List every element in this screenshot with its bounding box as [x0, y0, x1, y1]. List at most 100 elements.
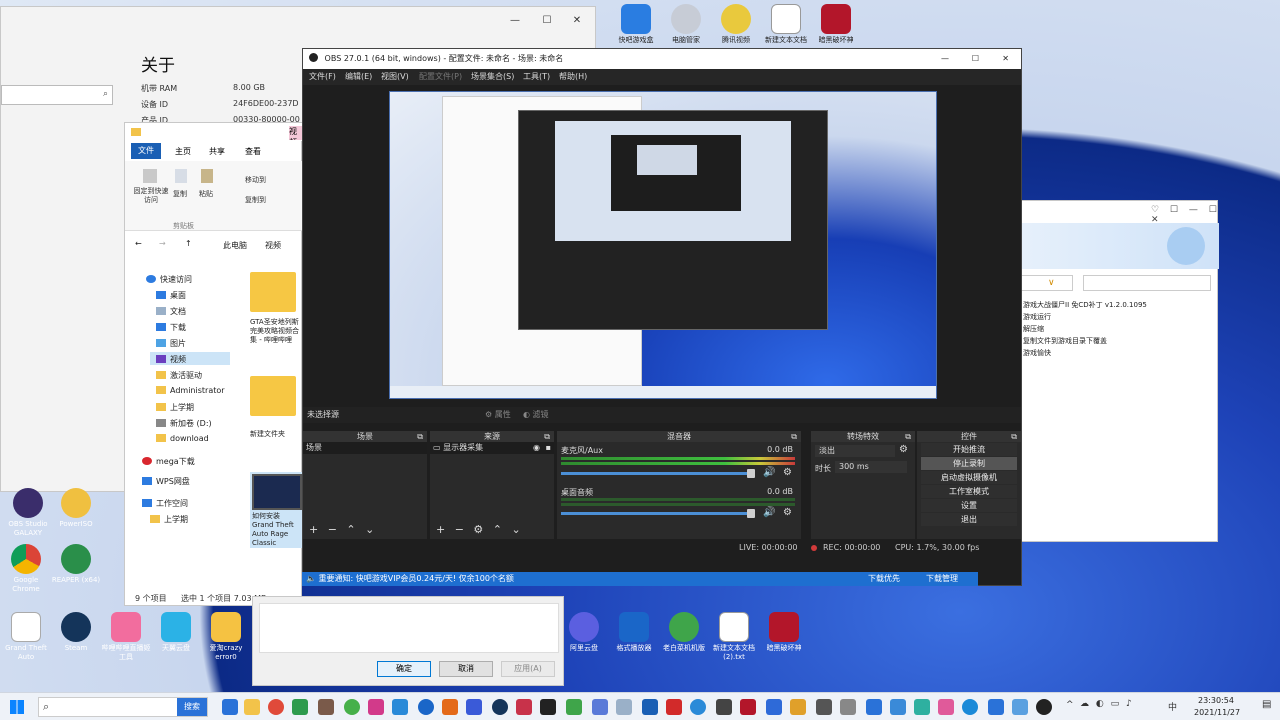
speaker-icon[interactable]: 🔊 — [763, 507, 775, 518]
taskbar-app-icon[interactable] — [962, 699, 978, 715]
tab-share[interactable]: 共享 — [209, 146, 225, 157]
paste-icon[interactable] — [201, 169, 213, 183]
desktop-icon-reaper[interactable]: REAPER (x64) — [50, 544, 102, 585]
menu-edit[interactable]: 编辑(E) — [345, 69, 372, 85]
desktop-icon[interactable]: 快吧游戏盒 — [610, 4, 662, 45]
taskbar-app-icon[interactable] — [1036, 699, 1052, 715]
breadcrumb-item[interactable]: 此电脑 — [223, 240, 247, 251]
menu-scene-collection[interactable]: 场景集合(S) — [471, 69, 514, 85]
download-manager-button[interactable]: 下载管理 — [926, 572, 958, 586]
desktop-icon-obs[interactable]: OBS Studio GALAXY — [2, 488, 54, 538]
close-button[interactable]: ✕ — [1002, 49, 1009, 69]
taskbar-app-icon[interactable] — [344, 699, 360, 715]
taskbar-app-icon[interactable] — [866, 699, 882, 715]
taskbar-app-icon[interactable] — [466, 699, 482, 715]
menu-help[interactable]: 帮助(H) — [559, 69, 587, 85]
breadcrumb-item[interactable]: 视频 — [265, 240, 281, 251]
stop-recording-button[interactable]: 停止录制 — [921, 457, 1017, 470]
ok-button[interactable]: 确定 — [377, 661, 431, 677]
dock-float-icon[interactable]: ⧉ — [417, 431, 423, 442]
cancel-button[interactable]: 取消 — [439, 661, 493, 677]
search-button[interactable]: 搜索 — [177, 698, 207, 716]
taskbar-app-icon[interactable] — [268, 699, 284, 715]
desktop-icon[interactable]: 老白菜机机版 — [658, 612, 710, 653]
desktop-icon-steam[interactable]: Steam — [50, 612, 102, 653]
taskbar-app-icon[interactable] — [840, 699, 856, 715]
maximize-button[interactable]: ☐ — [533, 7, 561, 35]
scene-tools[interactable]: + − ⌃ ⌄ — [303, 521, 427, 539]
taskbar-app-icon[interactable] — [592, 699, 608, 715]
tray-chevron-icon[interactable]: ^ — [1066, 700, 1074, 710]
file-item-folder[interactable]: 新建文件夹 — [250, 376, 302, 446]
taskbar-search[interactable]: ⌕ 搜索 — [38, 697, 208, 717]
dock-float-icon[interactable]: ⧉ — [544, 431, 550, 442]
nav-item[interactable]: 图片 — [156, 338, 186, 349]
desktop-icon[interactable]: 腾讯视频 — [710, 4, 762, 45]
nav-mega[interactable]: mega下载 — [142, 456, 195, 467]
obs-preview[interactable] — [389, 91, 937, 399]
notification-icon[interactable]: ▤ — [1262, 699, 1271, 710]
taskbar-app-icon[interactable] — [642, 699, 658, 715]
desktop-icon[interactable]: 暗黑破坏神 — [810, 4, 862, 45]
nav-wps[interactable]: WPS网盘 — [142, 476, 190, 487]
nav-quick-access[interactable]: 快速访问 — [146, 274, 192, 285]
tray-lang[interactable]: 中 — [1168, 700, 1177, 713]
taskbar-app-icon[interactable] — [492, 699, 508, 715]
minimize-button[interactable]: — — [941, 49, 949, 69]
gear-icon[interactable]: ⚙ — [783, 467, 792, 478]
taskbar-app-icon[interactable] — [766, 699, 782, 715]
exit-button[interactable]: 退出 — [921, 513, 1017, 526]
taskbar-app-icon[interactable] — [244, 699, 260, 715]
taskbar-app-icon[interactable] — [616, 699, 632, 715]
nav-item[interactable]: 文档 — [156, 306, 186, 317]
nav-item[interactable]: 上学期 — [156, 402, 194, 413]
properties-button[interactable]: ⚙ 属性 — [485, 407, 511, 423]
desktop-icon[interactable]: 阿里云盘 — [558, 612, 610, 653]
taskbar-app-icon[interactable] — [566, 699, 582, 715]
transition-select[interactable]: 淡出 — [815, 445, 895, 457]
tab-home[interactable]: 主页 — [175, 146, 191, 157]
desktop-icon-poweriso[interactable]: PowerISO — [50, 488, 102, 529]
studio-mode-button[interactable]: 工作室模式 — [921, 485, 1017, 498]
desktop-icon-bilibili[interactable]: 哔哩哔哩直播姬工具 — [100, 612, 152, 662]
tray-icons[interactable]: ☁ ◐ ▭ ♪ — [1080, 699, 1160, 715]
taskbar-app-icon[interactable] — [666, 699, 682, 715]
nav-item-selected[interactable]: 视频 — [150, 352, 230, 365]
desktop-icon[interactable]: 暗黑破坏神 — [758, 612, 810, 653]
tab-file[interactable]: 文件 — [131, 143, 161, 159]
start-button[interactable] — [10, 700, 24, 714]
taskbar-app-icon[interactable] — [392, 699, 408, 715]
desktop-icon[interactable]: 电脑管家 — [660, 4, 712, 45]
lock-icon[interactable]: ▪ — [546, 442, 551, 454]
volume-slider-knob[interactable] — [747, 469, 755, 478]
copy-icon[interactable] — [175, 169, 187, 183]
taskbar-app-icon[interactable] — [740, 699, 756, 715]
nav-workspace[interactable]: 工作空间 — [142, 498, 188, 509]
up-icon[interactable]: ↑ — [185, 239, 192, 248]
nav-item[interactable]: 下载 — [156, 322, 186, 333]
nav-last-term[interactable]: 上学期 — [150, 514, 188, 525]
taskbar-app-icon[interactable] — [816, 699, 832, 715]
taskbar-app-icon[interactable] — [988, 699, 1004, 715]
download-priority-button[interactable]: 下载优先 — [868, 572, 900, 586]
desktop-icon[interactable]: 格式播放器 — [608, 612, 660, 653]
apply-button[interactable]: 应用(A) — [501, 661, 555, 677]
copy-to-button[interactable]: 复制到 — [245, 195, 266, 205]
minimize-button[interactable]: — — [501, 7, 529, 35]
taskbar-app-icon[interactable] — [890, 699, 906, 715]
menu-profile[interactable]: 配置文件(P) — [419, 69, 462, 85]
taskbar-app-icon[interactable] — [368, 699, 384, 715]
dock-float-icon[interactable]: ⧉ — [905, 431, 911, 442]
desktop-icon-chrome[interactable]: Google Chrome — [0, 544, 52, 594]
menu-tools[interactable]: 工具(T) — [523, 69, 550, 85]
taskbar-app-icon[interactable] — [540, 699, 556, 715]
desktop-icon-gta[interactable]: Grand Theft Auto — [0, 612, 52, 662]
taskbar-app-icon[interactable] — [938, 699, 954, 715]
file-item-video[interactable]: 如何安装 Grand Theft Auto Rage Classic PC.mk… — [250, 472, 304, 548]
gear-icon[interactable]: ⚙ — [783, 507, 792, 518]
menu-view[interactable]: 视图(V) — [381, 69, 409, 85]
taskbar-app-icon[interactable] — [716, 699, 732, 715]
dropdown[interactable]: ∨ — [1021, 275, 1073, 291]
settings-search-box[interactable]: ⌕ — [1, 85, 113, 105]
scene-item[interactable]: 场景 — [303, 442, 427, 454]
